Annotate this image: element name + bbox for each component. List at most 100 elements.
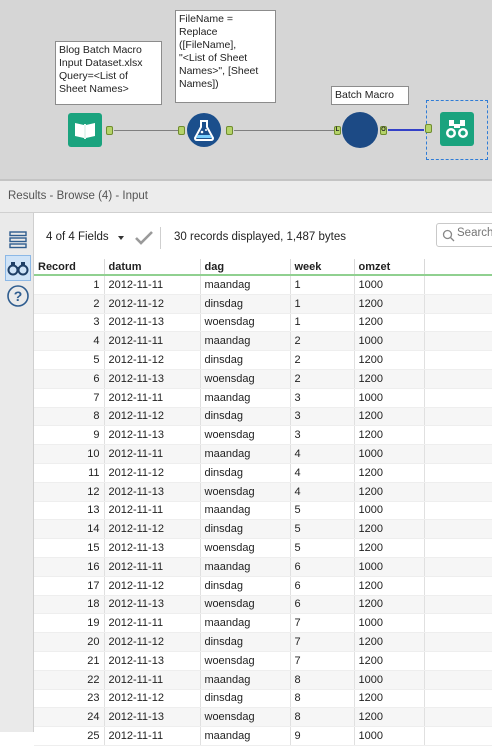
cell-dag[interactable]: maandag bbox=[200, 501, 291, 521]
input-tool-output-anchor[interactable] bbox=[106, 126, 113, 135]
table-row[interactable]: 7 2012-11-11 maandag 3 1000 bbox=[34, 388, 492, 408]
cell-datum[interactable]: 2012-11-11 bbox=[104, 557, 201, 577]
table-row[interactable]: 6 2012-11-13 woensdag 2 1200 bbox=[34, 369, 492, 389]
table-row[interactable]: 19 2012-11-11 maandag 7 1000 bbox=[34, 613, 492, 634]
cell-dag[interactable]: woensdag bbox=[200, 595, 291, 615]
cell-dag[interactable]: woensdag bbox=[200, 369, 291, 389]
cell-dag[interactable]: maandag bbox=[200, 726, 291, 746]
table-row[interactable]: 14 2012-11-12 dinsdag 5 1200 bbox=[34, 519, 492, 540]
cell-week[interactable]: 1 bbox=[290, 313, 355, 333]
cell-dag[interactable]: maandag bbox=[200, 388, 291, 408]
formula-tool-input-anchor[interactable] bbox=[178, 126, 185, 135]
browse-tool-input-anchor[interactable] bbox=[425, 124, 432, 133]
cell-datum[interactable]: 2012-11-12 bbox=[104, 350, 201, 370]
cell-week[interactable]: 6 bbox=[290, 557, 355, 577]
cell-datum[interactable]: 2012-11-13 bbox=[104, 425, 201, 446]
column-header-week[interactable]: week bbox=[290, 259, 355, 276]
cell-omzet[interactable]: 1200 bbox=[354, 369, 425, 389]
cell-dag[interactable]: woensdag bbox=[200, 313, 291, 333]
cell-record[interactable]: 18 bbox=[34, 595, 105, 615]
cell-record[interactable]: 8 bbox=[34, 407, 105, 427]
cell-record[interactable]: 11 bbox=[34, 463, 105, 483]
macro-input-anchor[interactable]: L bbox=[334, 126, 341, 135]
cell-datum[interactable]: 2012-11-12 bbox=[104, 294, 201, 314]
search-box[interactable] bbox=[436, 223, 492, 247]
cell-dag[interactable]: dinsdag bbox=[200, 350, 291, 370]
cell-week[interactable]: 4 bbox=[290, 444, 355, 464]
cell-datum[interactable]: 2012-11-11 bbox=[104, 670, 201, 690]
cell-dag[interactable]: woensdag bbox=[200, 538, 291, 558]
cell-datum[interactable]: 2012-11-11 bbox=[104, 331, 201, 352]
cell-week[interactable]: 6 bbox=[290, 576, 355, 596]
cell-omzet[interactable]: 1200 bbox=[354, 689, 425, 709]
cell-omzet[interactable]: 1200 bbox=[354, 350, 425, 370]
search-input[interactable] bbox=[457, 227, 492, 239]
cell-datum[interactable]: 2012-11-13 bbox=[104, 313, 201, 333]
cell-omzet[interactable]: 1200 bbox=[354, 632, 425, 652]
cell-datum[interactable]: 2012-11-12 bbox=[104, 463, 201, 483]
cell-datum[interactable]: 2012-11-11 bbox=[104, 501, 201, 521]
cell-record[interactable]: 6 bbox=[34, 369, 105, 389]
cell-week[interactable]: 2 bbox=[290, 331, 355, 352]
cell-week[interactable]: 9 bbox=[290, 726, 355, 746]
table-row[interactable]: 12 2012-11-13 woensdag 4 1200 bbox=[34, 482, 492, 502]
formula-tool[interactable] bbox=[187, 113, 221, 147]
cell-omzet[interactable]: 1200 bbox=[354, 313, 425, 333]
cell-datum[interactable]: 2012-11-11 bbox=[104, 726, 201, 746]
cell-record[interactable]: 13 bbox=[34, 501, 105, 521]
cell-record[interactable]: 5 bbox=[34, 350, 105, 370]
cell-record[interactable]: 14 bbox=[34, 519, 105, 540]
cell-record[interactable]: 1 bbox=[34, 275, 105, 295]
cell-datum[interactable]: 2012-11-13 bbox=[104, 369, 201, 389]
cell-dag[interactable]: woensdag bbox=[200, 707, 291, 728]
cell-week[interactable]: 7 bbox=[290, 613, 355, 634]
cell-dag[interactable]: maandag bbox=[200, 444, 291, 464]
list-view-button[interactable] bbox=[5, 227, 31, 253]
cell-datum[interactable]: 2012-11-12 bbox=[104, 632, 201, 652]
cell-week[interactable]: 3 bbox=[290, 388, 355, 408]
cell-omzet[interactable]: 1000 bbox=[354, 388, 425, 408]
cell-omzet[interactable]: 1200 bbox=[354, 651, 425, 671]
table-row[interactable]: 11 2012-11-12 dinsdag 4 1200 bbox=[34, 463, 492, 483]
cell-record[interactable]: 19 bbox=[34, 613, 105, 634]
formula-tool-output-anchor[interactable] bbox=[226, 126, 233, 135]
cell-omzet[interactable]: 1000 bbox=[354, 331, 425, 352]
macro-output-anchor[interactable]: O bbox=[380, 126, 387, 135]
table-row[interactable]: 13 2012-11-11 maandag 5 1000 bbox=[34, 501, 492, 521]
cell-record[interactable]: 10 bbox=[34, 444, 105, 464]
cell-record[interactable]: 7 bbox=[34, 388, 105, 408]
cell-week[interactable]: 4 bbox=[290, 482, 355, 502]
cell-datum[interactable]: 2012-11-12 bbox=[104, 407, 201, 427]
table-row[interactable]: 15 2012-11-13 woensdag 5 1200 bbox=[34, 538, 492, 558]
cell-dag[interactable]: maandag bbox=[200, 275, 291, 295]
table-row[interactable]: 23 2012-11-12 dinsdag 8 1200 bbox=[34, 689, 492, 709]
workflow-canvas[interactable]: Blog Batch Macro Input Dataset.xlsx Quer… bbox=[0, 0, 492, 179]
table-row[interactable]: 9 2012-11-13 woensdag 3 1200 bbox=[34, 425, 492, 446]
cell-omzet[interactable]: 1200 bbox=[354, 407, 425, 427]
cell-datum[interactable]: 2012-11-13 bbox=[104, 707, 201, 728]
cell-omzet[interactable]: 1200 bbox=[354, 294, 425, 314]
cell-week[interactable]: 2 bbox=[290, 369, 355, 389]
cell-record[interactable]: 20 bbox=[34, 632, 105, 652]
cell-omzet[interactable]: 1200 bbox=[354, 595, 425, 615]
batch-macro-tool[interactable] bbox=[342, 112, 378, 148]
cell-week[interactable]: 5 bbox=[290, 519, 355, 540]
cell-week[interactable]: 7 bbox=[290, 651, 355, 671]
cell-datum[interactable]: 2012-11-11 bbox=[104, 613, 201, 634]
table-row[interactable]: 4 2012-11-11 maandag 2 1000 bbox=[34, 331, 492, 352]
cell-datum[interactable]: 2012-11-11 bbox=[104, 275, 201, 295]
table-row[interactable]: 20 2012-11-12 dinsdag 7 1200 bbox=[34, 632, 492, 652]
table-row[interactable]: 22 2012-11-11 maandag 8 1000 bbox=[34, 670, 492, 690]
cell-datum[interactable]: 2012-11-12 bbox=[104, 689, 201, 709]
table-row[interactable]: 1 2012-11-11 maandag 1 1000 bbox=[34, 275, 492, 295]
table-row[interactable]: 18 2012-11-13 woensdag 6 1200 bbox=[34, 595, 492, 615]
cell-record[interactable]: 24 bbox=[34, 707, 105, 728]
cell-dag[interactable]: dinsdag bbox=[200, 294, 291, 314]
cell-datum[interactable]: 2012-11-13 bbox=[104, 482, 201, 502]
cell-omzet[interactable]: 1000 bbox=[354, 557, 425, 577]
cell-omzet[interactable]: 1000 bbox=[354, 501, 425, 521]
cell-omzet[interactable]: 1200 bbox=[354, 463, 425, 483]
cell-datum[interactable]: 2012-11-13 bbox=[104, 651, 201, 671]
browse-tool[interactable] bbox=[440, 112, 474, 146]
cell-week[interactable]: 8 bbox=[290, 670, 355, 690]
